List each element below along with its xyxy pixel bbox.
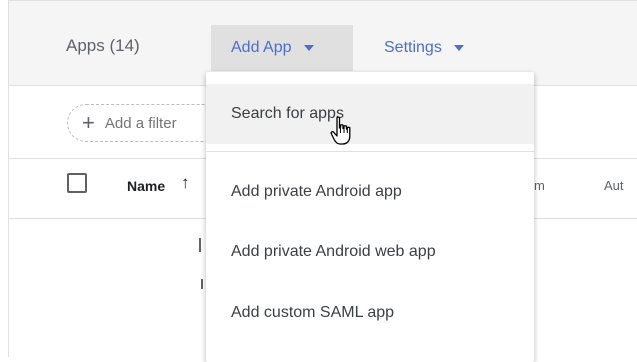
- column-header-partial[interactable]: m: [534, 178, 545, 193]
- page-title: Apps (14): [66, 36, 140, 55]
- menu-item-label: Search for apps: [231, 105, 344, 122]
- plus-icon: +: [82, 110, 95, 135]
- add-app-dropdown-menu: Search for apps Add private Android app …: [206, 72, 534, 362]
- arrow-up-icon[interactable]: ↑: [181, 173, 190, 193]
- text-fragment: [201, 279, 203, 289]
- add-filter-button[interactable]: + Add a filter: [67, 104, 227, 142]
- column-header-auth[interactable]: Aut: [604, 178, 624, 193]
- menu-item-label: Add private Android app: [231, 183, 402, 200]
- menu-item-add-custom-saml-app[interactable]: Add custom SAML app: [206, 283, 534, 343]
- column-header-name[interactable]: Name: [127, 178, 165, 194]
- menu-item-label: Add private Android web app: [231, 243, 436, 260]
- settings-button[interactable]: Settings: [384, 25, 464, 71]
- chevron-down-icon: [303, 45, 314, 51]
- settings-label: Settings: [384, 39, 442, 56]
- add-app-label: Add App: [231, 39, 292, 56]
- hand-pointer-icon: [330, 116, 351, 145]
- menu-divider: [206, 151, 534, 152]
- menu-item-label: Add custom SAML app: [231, 304, 395, 321]
- select-all-checkbox[interactable]: [67, 173, 87, 193]
- menu-item-add-private-android-app[interactable]: Add private Android app: [206, 162, 534, 222]
- add-filter-label: Add a filter: [104, 114, 177, 132]
- menu-item-search-for-apps[interactable]: Search for apps: [206, 84, 534, 144]
- add-app-button[interactable]: Add App: [211, 25, 353, 71]
- text-fragment: [199, 238, 201, 252]
- chevron-down-icon: [453, 45, 464, 51]
- menu-item-add-private-android-web-app[interactable]: Add private Android web app: [206, 222, 534, 282]
